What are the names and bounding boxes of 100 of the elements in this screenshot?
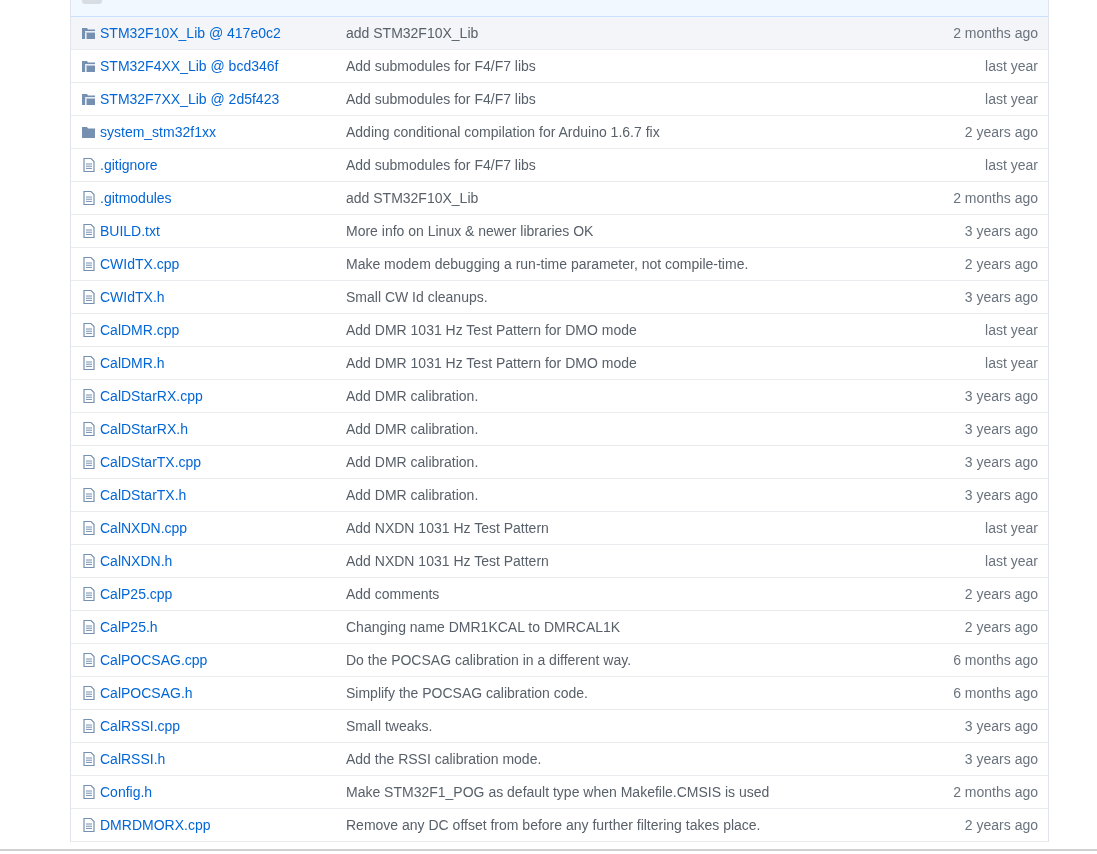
commit-message-link[interactable]: Adding conditional compilation for Arduino 1.6.7 fix	[346, 124, 660, 140]
commit-message-link[interactable]: Add DMR 1031 Hz Test Pattern for DMO mode	[346, 322, 637, 338]
commit-message-link[interactable]: Small tweaks.	[346, 718, 433, 734]
file-icon	[81, 586, 97, 602]
file-link[interactable]: CalDStarTX.cpp	[100, 454, 202, 470]
commit-age: last year	[985, 58, 1038, 74]
commit-message-link[interactable]: Add NXDN 1031 Hz Test Pattern	[346, 553, 549, 569]
commit-message-link[interactable]: Add DMR calibration.	[346, 454, 479, 470]
file-link[interactable]: DMRDMORX.cpp	[100, 817, 211, 833]
file-icon	[81, 388, 97, 404]
file-link[interactable]: .gitignore	[100, 157, 158, 173]
file-icon	[81, 256, 97, 272]
file-link[interactable]: .gitmodules	[100, 190, 172, 206]
commit-age: 2 years ago	[964, 256, 1038, 272]
commit-age: 2 years ago	[964, 586, 1038, 602]
file-link[interactable]: system_stm32f1xx	[100, 124, 216, 140]
commit-age: 6 months ago	[953, 652, 1038, 668]
file-icon	[81, 421, 97, 437]
file-icon	[81, 454, 97, 470]
commit-message-link[interactable]: Add submodules for F4/F7 libs	[346, 157, 536, 173]
file-icon	[81, 619, 97, 635]
file-link[interactable]: CalP25.h	[100, 619, 158, 635]
file-icon	[81, 223, 97, 239]
commit-age: 6 months ago	[953, 685, 1038, 701]
commit-age: last year	[985, 355, 1038, 371]
commit-message-link[interactable]: Simplify the POCSAG calibration code.	[346, 685, 588, 701]
commit-age: last year	[985, 520, 1038, 536]
file-link[interactable]: CalRSSI.cpp	[100, 718, 181, 734]
file-link[interactable]: CalP25.cpp	[100, 586, 173, 602]
file-link[interactable]: CalDMR.cpp	[100, 322, 180, 338]
folder-icon	[81, 58, 97, 74]
file-link[interactable]: CalDMR.h	[100, 355, 165, 371]
file-link[interactable]: CalNXDN.cpp	[100, 520, 188, 536]
commit-message-link[interactable]: More info on Linux & newer libraries OK	[346, 223, 594, 239]
commit-message-link[interactable]: Remove any DC offset from before any further filtering takes place.	[346, 817, 761, 833]
commit-age: 3 years ago	[964, 289, 1038, 305]
file-icon	[81, 190, 97, 206]
commit-age: last year	[985, 322, 1038, 338]
file-icon	[81, 751, 97, 767]
commit-message-link[interactable]: Small CW Id cleanups.	[346, 289, 488, 305]
file-link[interactable]: CalDStarRX.cpp	[100, 388, 203, 404]
file-icon	[81, 718, 97, 734]
commit-message-link[interactable]: Add DMR calibration.	[346, 487, 479, 503]
commit-age: 2 years ago	[964, 817, 1038, 833]
file-row[interactable]: STM32F10X_Lib @ 417e0c2 add STM32F10X_Lib 2 months ago	[71, 17, 1048, 50]
commit-message-link[interactable]: Make modem debugging a run-time parameter, not compile-time.	[346, 256, 749, 272]
commit-age: 3 years ago	[964, 388, 1038, 404]
commit-message-link[interactable]: Add submodules for F4/F7 libs	[346, 91, 536, 107]
commit-message-link[interactable]: Add the RSSI calibration mode.	[346, 751, 542, 767]
file-icon	[81, 355, 97, 371]
file-link[interactable]: CWIdTX.cpp	[100, 256, 180, 272]
file-link[interactable]: CalPOCSAG.h	[100, 685, 193, 701]
file-icon	[81, 652, 97, 668]
commit-age: 3 years ago	[964, 223, 1038, 239]
file-link[interactable]: STM32F10X_Lib @ 417e0c2	[100, 25, 281, 41]
commit-message-link[interactable]: Make STM32F1_POG as default type when Makefile.CMSIS is used	[346, 784, 770, 800]
commit-message-link[interactable]: Changing name DMR1KCAL to DMRCAL1K	[346, 619, 621, 635]
commit-message-link[interactable]: Add comments	[346, 586, 440, 602]
file-link[interactable]: CalRSSI.h	[100, 751, 166, 767]
commit-age: 2 years ago	[964, 124, 1038, 140]
commit-message-link[interactable]: add STM32F10X_Lib	[346, 190, 479, 206]
file-icon	[81, 157, 97, 173]
commit-age: 3 years ago	[964, 718, 1038, 734]
file-icon	[81, 487, 97, 503]
commit-message-link[interactable]: Add DMR calibration.	[346, 421, 479, 437]
file-icon	[81, 520, 97, 536]
file-link[interactable]: CWIdTX.h	[100, 289, 165, 305]
file-link[interactable]: STM32F7XX_Lib @ 2d5f423	[100, 91, 280, 107]
commit-age: last year	[985, 91, 1038, 107]
commit-message-link[interactable]: Add NXDN 1031 Hz Test Pattern	[346, 520, 549, 536]
commit-age: 2 months ago	[953, 190, 1038, 206]
file-link[interactable]: STM32F4XX_Lib @ bcd346f	[100, 58, 279, 74]
commit-message-link[interactable]: Do the POCSAG calibration in a different way.	[346, 652, 632, 668]
file-link[interactable]: CalDStarRX.h	[100, 421, 188, 437]
folder-icon	[81, 25, 97, 41]
commit-age: 3 years ago	[964, 751, 1038, 767]
folder-icon	[81, 91, 97, 107]
commit-age: 3 years ago	[964, 421, 1038, 437]
file-link[interactable]: CalDStarTX.h	[100, 487, 187, 503]
commit-message-link[interactable]: add STM32F10X_Lib	[346, 25, 479, 41]
commit-message-link[interactable]: Add DMR calibration.	[346, 388, 479, 404]
commit-message-link[interactable]: Add DMR 1031 Hz Test Pattern for DMO mode	[346, 355, 637, 371]
file-icon	[81, 784, 97, 800]
file-icon	[81, 817, 97, 833]
file-icon	[81, 289, 97, 305]
commit-age: last year	[985, 157, 1038, 173]
commit-age: last year	[985, 553, 1038, 569]
file-icon	[81, 685, 97, 701]
file-link[interactable]: CalPOCSAG.cpp	[100, 652, 208, 668]
file-icon	[81, 553, 97, 569]
commit-age: 2 months ago	[953, 784, 1038, 800]
file-link[interactable]: CalNXDN.h	[100, 553, 173, 569]
folder-icon	[81, 124, 97, 140]
commit-age: 2 years ago	[964, 619, 1038, 635]
file-link[interactable]: BUILD.txt	[100, 223, 160, 239]
commit-age: 2 months ago	[953, 25, 1038, 41]
file-link[interactable]: Config.h	[100, 784, 153, 800]
commit-age: 3 years ago	[964, 454, 1038, 470]
file-icon	[81, 322, 97, 338]
commit-message-link[interactable]: Add submodules for F4/F7 libs	[346, 58, 536, 74]
